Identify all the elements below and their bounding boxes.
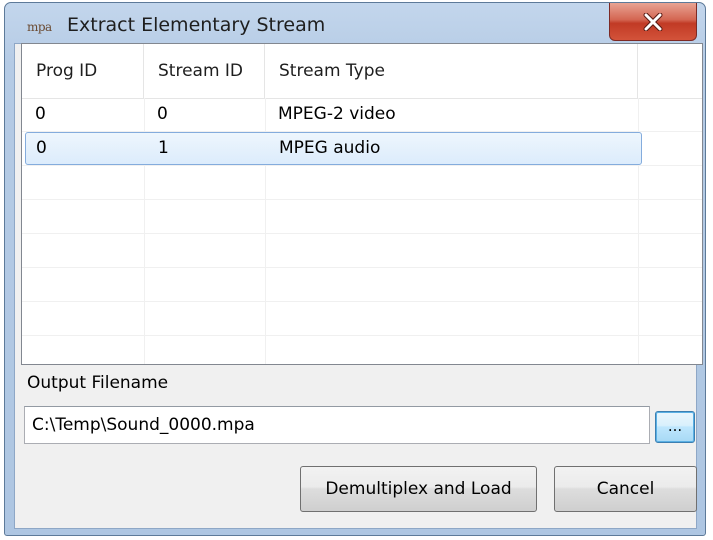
cell-prog-id: 0 xyxy=(36,138,47,158)
table-row[interactable]: 0 0 MPEG-2 video xyxy=(22,98,642,131)
cancel-button[interactable]: Cancel xyxy=(554,466,697,512)
column-header-stream-type[interactable]: Stream Type xyxy=(265,44,638,98)
grid-line xyxy=(22,335,702,336)
close-icon xyxy=(643,12,663,31)
output-filename-label: Output Filename xyxy=(27,373,169,393)
column-header-filler xyxy=(638,44,702,98)
cell-stream-type: MPEG audio xyxy=(279,138,381,158)
cell-stream-id: 1 xyxy=(158,138,169,158)
grid-line xyxy=(22,199,702,200)
app-icon: mpa xyxy=(27,20,52,34)
close-button[interactable] xyxy=(609,3,697,41)
output-filename-input[interactable]: C:\Temp\Sound_0000.mpa xyxy=(24,406,650,444)
column-header-stream-id[interactable]: Stream ID xyxy=(144,44,265,98)
window-title: Extract Elementary Stream xyxy=(67,14,326,36)
table-row-selected[interactable]: 0 1 MPEG audio xyxy=(25,132,642,165)
stream-list[interactable]: Prog ID Stream ID Stream Type 0 0 MPEG-2… xyxy=(21,43,703,365)
cell-stream-id: 0 xyxy=(157,104,168,124)
title-bar[interactable]: mpa Extract Elementary Stream xyxy=(5,3,705,43)
list-header: Prog ID Stream ID Stream Type xyxy=(22,44,702,99)
grid-line xyxy=(22,301,702,302)
demultiplex-and-load-button[interactable]: Demultiplex and Load xyxy=(300,466,537,512)
cell-prog-id: 0 xyxy=(35,104,46,124)
cell-stream-type: MPEG-2 video xyxy=(278,104,396,124)
browse-button[interactable]: ... xyxy=(655,411,695,443)
column-header-prog-id[interactable]: Prog ID xyxy=(22,44,144,98)
grid-line xyxy=(22,233,702,234)
grid-line xyxy=(22,267,702,268)
